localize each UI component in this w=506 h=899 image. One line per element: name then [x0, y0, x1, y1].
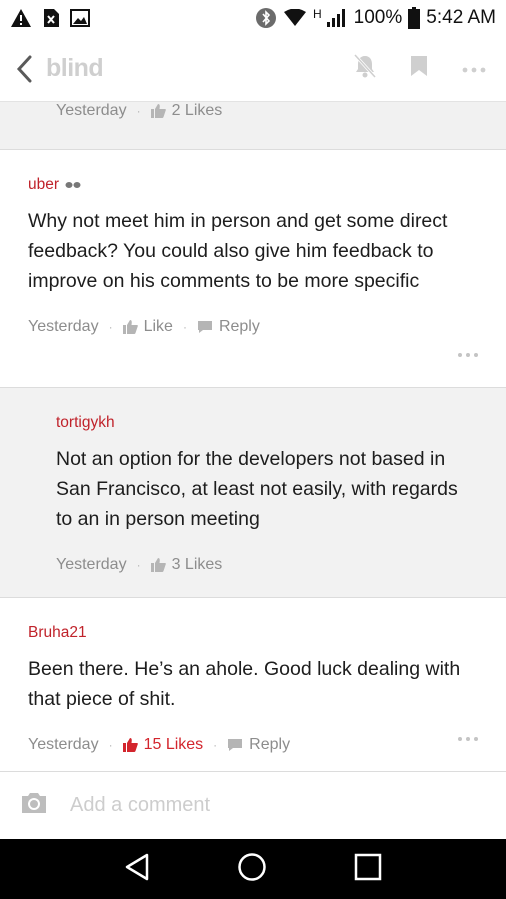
camera-button[interactable]: [20, 791, 48, 820]
system-nav-bar: [0, 839, 506, 899]
comment-more-button[interactable]: [458, 353, 478, 357]
speech-bubble-icon: [197, 321, 212, 333]
comment-time: Yesterday: [56, 102, 127, 119]
thumbs-up-icon: [122, 320, 138, 334]
more-horizontal-icon: [462, 67, 486, 72]
comment-text: Not an option for the developers not bas…: [56, 448, 458, 530]
bookmark-button[interactable]: [410, 55, 428, 82]
nav-home-button[interactable]: [237, 852, 267, 887]
wifi-icon: [283, 9, 307, 27]
sim-card-icon: [42, 8, 60, 28]
previous-comment-footer: Yesterday · 2 Likes: [0, 102, 506, 150]
comment-text: Been there. He’s an ahole. Good luck dea…: [28, 658, 461, 710]
chevron-left-icon: [16, 55, 32, 82]
square-recents-icon: [355, 853, 382, 880]
clock: 5:42 AM: [426, 7, 496, 28]
separator-dot: ·: [136, 104, 141, 118]
like-button[interactable]: 15 Likes: [122, 736, 204, 754]
reply-button[interactable]: Reply: [197, 318, 260, 336]
like-label: 15 Likes: [143, 736, 204, 753]
comment-time: Yesterday: [56, 556, 127, 573]
comment-author[interactable]: uber: [28, 176, 478, 194]
comment-more-button[interactable]: [458, 737, 478, 741]
bookmark-icon: [411, 56, 427, 76]
camera-icon: [22, 793, 46, 813]
thumbs-up-icon: [150, 558, 166, 572]
separator-dot: ·: [136, 558, 141, 572]
thumbs-up-icon: [122, 738, 138, 752]
image-icon: [70, 9, 90, 27]
separator-dot: ·: [182, 320, 187, 334]
comment-meta: Yesterday · 2 Likes: [56, 102, 222, 120]
comment-input[interactable]: Add a comment: [70, 794, 210, 817]
app-header: blind: [0, 36, 506, 102]
separator-dot: ·: [108, 738, 113, 752]
reply-button[interactable]: Reply: [227, 736, 290, 754]
app-logo: blind: [46, 54, 104, 82]
battery-icon: [408, 7, 421, 29]
comment-author[interactable]: tortigykh: [56, 414, 478, 432]
warning-icon: [10, 8, 32, 28]
author-name: Bruha21: [28, 624, 87, 641]
circle-home-icon: [238, 852, 266, 881]
likes-count[interactable]: 2 Likes: [150, 102, 223, 120]
anonymous-mask-icon: [65, 182, 81, 188]
separator-dot: ·: [213, 738, 218, 752]
bluetooth-icon: [255, 7, 277, 29]
triangle-back-icon: [125, 853, 148, 880]
like-label: 3 Likes: [171, 556, 223, 573]
comment-time: Yesterday: [28, 318, 99, 335]
likes-label: 2 Likes: [171, 102, 223, 119]
author-name: uber: [28, 176, 60, 193]
reply-label: Reply: [249, 736, 291, 753]
comment-feed[interactable]: Yesterday · 2 Likes uber Why not meet hi…: [0, 102, 506, 771]
comment-author[interactable]: Bruha21: [28, 624, 478, 642]
thumbs-up-icon: [150, 104, 166, 118]
like-label: Like: [143, 318, 173, 335]
more-options-button[interactable]: [462, 60, 486, 78]
mute-notifications-button[interactable]: [353, 53, 377, 83]
author-name: tortigykh: [56, 414, 115, 431]
battery-percent: 100%: [353, 7, 403, 28]
reply-label: Reply: [218, 318, 260, 335]
network-type: H: [313, 7, 322, 21]
comment-meta: Yesterday · Like · Reply: [28, 318, 478, 336]
comment-meta: Yesterday · 3 Likes: [56, 556, 478, 574]
nav-recents-button[interactable]: [354, 853, 382, 886]
comment-item: Bruha21 Been there. He’s an ahole. Good …: [0, 598, 506, 771]
back-button[interactable]: [16, 55, 32, 83]
separator-dot: ·: [108, 320, 113, 334]
status-bar: H 100% 5:42 AM: [0, 0, 506, 36]
comment-meta: Yesterday · 15 Likes · Reply: [28, 736, 478, 754]
comment-item: uber Why not meet him in person and get …: [0, 150, 506, 388]
like-button[interactable]: Like: [122, 318, 173, 336]
bell-off-icon: [353, 53, 377, 79]
nav-back-button[interactable]: [124, 853, 150, 886]
signal-icon: [326, 8, 348, 28]
speech-bubble-icon: [228, 739, 243, 751]
comment-text: Why not meet him in person and get some …: [28, 210, 448, 292]
like-button[interactable]: 3 Likes: [150, 556, 223, 574]
reply-item: tortigykh Not an option for the develope…: [0, 388, 506, 598]
comment-time: Yesterday: [28, 736, 99, 753]
comment-composer: Add a comment: [0, 771, 506, 839]
